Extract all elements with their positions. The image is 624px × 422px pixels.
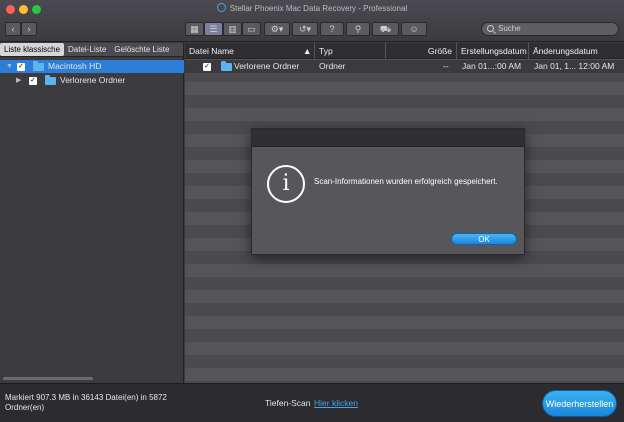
search-input[interactable]: Suche [481, 22, 619, 36]
tree-item-verlorene-ordner[interactable]: ▶ ✓ Verlorene Ordner [0, 74, 184, 87]
column-header-type[interactable]: Typ [315, 43, 386, 59]
history-button[interactable]: ↺▾ [292, 22, 318, 36]
history-icon: ↺▾ [298, 24, 312, 34]
deep-scan-label: Tiefen-Scan [265, 398, 311, 408]
tab-deleted-list[interactable]: Gelöschte Liste [110, 43, 173, 56]
tab-file-list[interactable]: Datei-Liste [64, 43, 110, 56]
left-pane-tabs: Liste klassische Datei-Liste Gelöschte L… [0, 43, 183, 57]
status-bar: Markiert 907.3 MB in 36143 Datei(en) in … [0, 383, 624, 422]
column-header-size[interactable]: Größe [386, 43, 457, 59]
tree-item-label: Macintosh HD [48, 61, 102, 71]
ok-button[interactable]: OK [451, 233, 517, 245]
icon-view-button[interactable]: ▦ [185, 22, 204, 36]
file-name: Verlorene Ordner [234, 61, 300, 71]
checkbox[interactable]: ✓ [29, 76, 37, 85]
info-dialog: i Scan-Informationen wurden erfolgreich … [251, 128, 525, 255]
list-icon: ☰ [209, 24, 218, 34]
back-button[interactable]: ‹ [5, 22, 21, 36]
expand-arrow-icon[interactable]: ▼ [6, 60, 13, 73]
table-row[interactable]: ✓ Verlorene Ordner Ordner -- Jan 01...:0… [185, 60, 624, 73]
search-placeholder: Suche [498, 24, 521, 33]
help-button[interactable]: ? [320, 22, 344, 36]
tab-classic-list[interactable]: Liste klassische [0, 43, 65, 56]
help-icon: ? [329, 24, 335, 34]
forward-button[interactable]: › [21, 22, 37, 36]
window-title-container: Stellar Phoenix Mac Data Recovery - Prof… [0, 3, 624, 13]
gear-icon: ⚙▾ [270, 24, 284, 34]
column-header-name[interactable]: Datei Name ▲ [185, 43, 315, 59]
columns-icon: ▥ [228, 24, 237, 34]
dialog-title-bar [252, 129, 524, 147]
folder-icon [33, 60, 44, 71]
list-view-button[interactable]: ☰ [204, 22, 223, 36]
window-title: Stellar Phoenix Mac Data Recovery - Prof… [229, 4, 408, 13]
file-modified: Jan 01, 1... 12:00 AM [534, 61, 615, 71]
scan-icon: ⚲ [354, 24, 362, 34]
folder-icon [45, 74, 56, 85]
chevron-right-icon: › [27, 24, 31, 34]
cart-button[interactable]: ⛟ [372, 22, 399, 36]
file-size: -- [443, 61, 449, 71]
cart-icon: ⛟ [379, 24, 392, 34]
column-header-modified[interactable]: Änderungsdatum [529, 43, 624, 59]
scan-button[interactable]: ⚲ [346, 22, 370, 36]
left-pane: Liste klassische Datei-Liste Gelöschte L… [0, 43, 184, 383]
user-button[interactable]: ☺ [401, 22, 427, 36]
checkbox[interactable]: ✓ [203, 62, 211, 71]
coverflow-icon: ▭ [247, 24, 256, 34]
grid-icon: ▦ [190, 24, 199, 34]
column-header-created[interactable]: Erstellungsdatum [457, 43, 529, 59]
file-type: Ordner [319, 61, 346, 71]
title-bar: Stellar Phoenix Mac Data Recovery - Prof… [0, 0, 624, 42]
dialog-message: Scan-Informationen wurden erfolgreich ge… [314, 177, 498, 186]
search-icon [487, 25, 494, 32]
checkbox[interactable]: ✓ [17, 62, 25, 71]
settings-button[interactable]: ⚙▾ [264, 22, 290, 36]
tree-item-label: Verlorene Ordner [60, 75, 126, 85]
column-headers: Datei Name ▲ Typ Größe Erstellungsdatum Ä… [185, 43, 624, 59]
app-logo-icon [216, 3, 226, 12]
file-created: Jan 01...:00 AM [462, 61, 522, 71]
expand-arrow-icon[interactable]: ▶ [16, 74, 21, 87]
selection-status: Markiert 907.3 MB in 36143 Datei(en) in … [5, 393, 167, 412]
horizontal-scrollbar[interactable] [3, 377, 93, 380]
user-icon: ☺ [409, 24, 419, 34]
column-view-button[interactable]: ▥ [223, 22, 242, 36]
recover-button[interactable]: Wiederherstellen [542, 390, 617, 417]
tree-item-macintosh-hd[interactable]: ▼ ✓ Macintosh HD [0, 60, 184, 73]
chevron-left-icon: ‹ [11, 24, 15, 34]
deep-scan-link[interactable]: Hier klicken [314, 398, 358, 408]
info-icon: i [267, 165, 305, 203]
sort-ascending-icon: ▲ [303, 46, 312, 56]
folder-icon [221, 60, 232, 71]
coverflow-view-button[interactable]: ▭ [242, 22, 261, 36]
